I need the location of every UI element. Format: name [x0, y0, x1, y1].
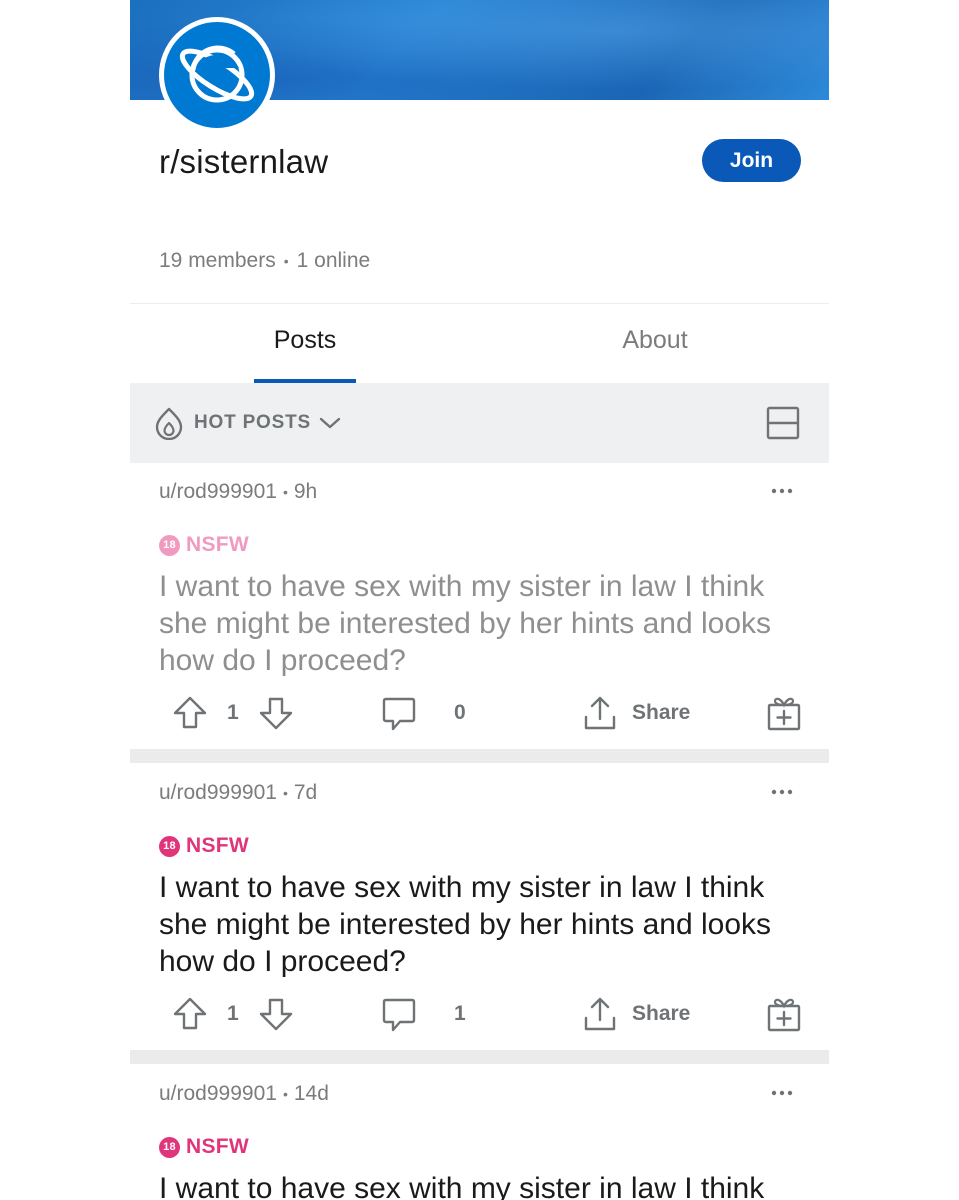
award-icon[interactable]: [766, 992, 802, 1036]
post-meta: u/rod999901 • 14d: [159, 1082, 329, 1106]
nsfw-label: NSFW: [186, 834, 250, 857]
post-actions: 1 1 Share: [130, 992, 829, 1036]
share-icon: [584, 997, 616, 1031]
community-name: r/sisternlaw: [159, 143, 329, 180]
upvote-icon[interactable]: [172, 992, 208, 1036]
divider: [130, 303, 829, 304]
nsfw-tag: 18 NSFW: [159, 1135, 249, 1159]
downvote-icon[interactable]: [258, 691, 294, 735]
post-author[interactable]: u/rod999901: [159, 1082, 277, 1106]
post-separator: [130, 749, 829, 763]
post-author[interactable]: u/rod999901: [159, 480, 277, 504]
post-meta: u/rod999901 • 9h: [159, 480, 317, 504]
vote-count: 1: [227, 1002, 239, 1025]
flame-icon: [155, 407, 183, 440]
nsfw-label: NSFW: [186, 1135, 250, 1158]
nsfw-label: NSFW: [186, 533, 250, 556]
subreddit-page: r/sisternlaw Join 19 members • 1 online …: [130, 0, 829, 1200]
join-button[interactable]: Join: [702, 139, 801, 182]
stats-separator: •: [283, 253, 289, 269]
post-meta: u/rod999901 • 7d: [159, 781, 317, 805]
member-count: 19 members: [159, 249, 276, 272]
share-button[interactable]: Share: [582, 691, 690, 735]
upvote-icon[interactable]: [172, 691, 208, 735]
sort-bar: HOT POSTS: [130, 383, 829, 463]
post-card[interactable]: u/rod999901 • 9h 18 NSFW I want to have …: [130, 463, 829, 750]
share-button[interactable]: Share: [582, 992, 690, 1036]
meta-separator: •: [282, 1086, 288, 1102]
sort-dropdown[interactable]: HOT POSTS: [152, 405, 341, 441]
comment-count: 1: [454, 1002, 466, 1025]
post-actions: 1 0 Share: [130, 691, 829, 735]
post-age: 14d: [293, 1082, 329, 1105]
card-layout-icon[interactable]: [766, 406, 800, 440]
nsfw-tag: 18 NSFW: [159, 834, 249, 858]
tab-about[interactable]: About: [600, 326, 710, 355]
post-title[interactable]: I want to have sex with my sister in law…: [159, 568, 809, 679]
share-label: Share: [632, 1002, 691, 1025]
post-separator: [130, 1050, 829, 1064]
age-18-icon: 18: [159, 534, 180, 556]
comment-icon[interactable]: [380, 691, 418, 735]
post-age: 9h: [293, 480, 318, 503]
chevron-down-icon: [319, 417, 341, 429]
sort-label: HOT POSTS: [194, 412, 311, 433]
downvote-icon[interactable]: [258, 992, 294, 1036]
nsfw-tag: 18 NSFW: [159, 533, 249, 557]
comment-icon[interactable]: [380, 992, 418, 1036]
post-author[interactable]: u/rod999901: [159, 781, 277, 805]
tab-posts[interactable]: Posts: [254, 326, 356, 355]
planet-icon: [179, 45, 255, 103]
more-options-icon[interactable]: [770, 484, 794, 498]
online-count: 1 online: [296, 249, 371, 272]
award-icon[interactable]: [766, 691, 802, 735]
community-avatar[interactable]: [159, 17, 275, 133]
meta-separator: •: [282, 785, 288, 801]
more-options-icon[interactable]: [770, 1086, 794, 1100]
meta-separator: •: [282, 484, 288, 500]
post-title[interactable]: I want to have sex with my sister in law…: [159, 869, 809, 980]
age-18-icon: 18: [159, 835, 180, 857]
post-card[interactable]: u/rod999901 • 14d 18 NSFW I want to have…: [130, 1065, 829, 1200]
vote-count: 1: [227, 701, 239, 724]
share-icon: [584, 696, 616, 730]
share-label: Share: [632, 701, 691, 724]
comment-count: 0: [454, 701, 466, 724]
post-card[interactable]: u/rod999901 • 7d 18 NSFW I want to have …: [130, 764, 829, 1051]
community-stats: 19 members • 1 online: [159, 249, 370, 273]
post-age: 7d: [293, 781, 318, 804]
more-options-icon[interactable]: [770, 785, 794, 799]
age-18-icon: 18: [159, 1136, 180, 1158]
post-title[interactable]: I want to have sex with my sister in law…: [159, 1170, 809, 1200]
